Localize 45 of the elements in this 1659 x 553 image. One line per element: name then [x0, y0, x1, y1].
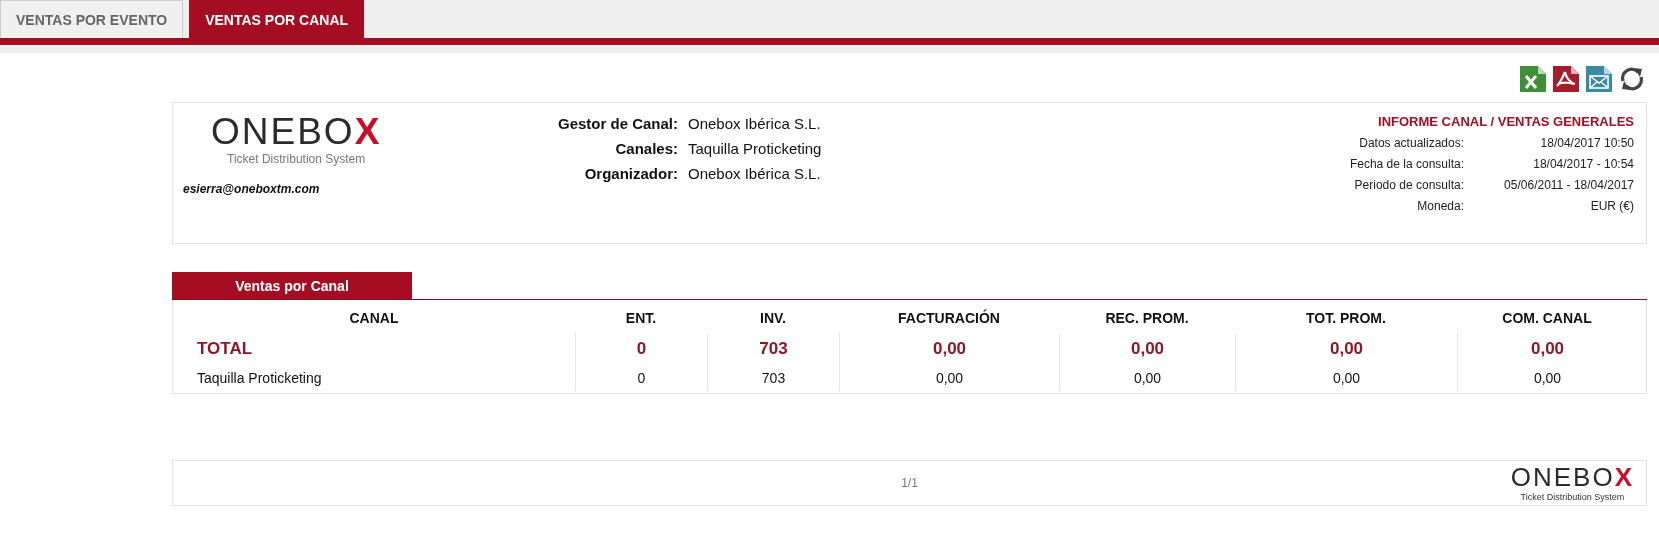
- table-cell: 0,00: [1059, 365, 1235, 391]
- table-cell: 0: [575, 333, 707, 365]
- column-header: FACTURACIÓN: [897, 308, 1001, 328]
- table-cell: 0,00: [1235, 365, 1457, 391]
- detail-label: Datos actualizados:: [1358, 137, 1464, 149]
- detail-value: EUR (€): [1589, 200, 1634, 212]
- table-cell: 0,00: [1457, 365, 1637, 391]
- tab[interactable]: VENTAS POR EVENTO: [0, 0, 184, 38]
- field-value: Taquilla Proticketing: [688, 140, 822, 157]
- detail-label: Fecha de la consulta:: [1349, 158, 1464, 170]
- table-cell: 0,00: [1059, 333, 1235, 365]
- detail-label: Moneda:: [1416, 200, 1464, 212]
- logo: ONEBOX Ticket Distribution System: [1510, 464, 1634, 502]
- user-email: esierra@oneboxtm.com: [183, 182, 320, 196]
- field-value: Onebox Ibérica S.L.: [688, 165, 822, 182]
- detail-label: Periodo de consulta:: [1353, 179, 1464, 191]
- pdf-icon[interactable]: [1551, 64, 1581, 94]
- field-label: Gestor de Canal:: [556, 115, 678, 132]
- email-icon[interactable]: [1584, 64, 1614, 94]
- column-header: CANAL: [348, 309, 400, 328]
- page-number: 1/1: [900, 476, 919, 490]
- table-cell: 703: [707, 365, 839, 391]
- field-value: Onebox Ibérica S.L.: [688, 115, 822, 132]
- logo: ONEBOX Ticket Distribution System: [211, 113, 382, 166]
- column-header: INV.: [759, 309, 787, 328]
- column-header: ENT.: [624, 309, 658, 328]
- table-cell-text: Taquilla Proticketing: [196, 369, 323, 388]
- column-header: TOT. PROM.: [1305, 309, 1387, 328]
- table-cell-text: TOTAL: [196, 338, 254, 360]
- detail-value: 18/04/2017 10:50: [1539, 137, 1634, 149]
- tab[interactable]: VENTAS POR CANAL: [189, 0, 365, 38]
- table-cell: 0: [575, 365, 707, 391]
- field-label: Organizador:: [583, 165, 678, 182]
- table-cell: 0,00: [1235, 333, 1457, 365]
- column-header: COM. CANAL: [1501, 309, 1593, 328]
- report-title: INFORME CANAL / VENTAS GENERALES: [1378, 114, 1634, 129]
- column-header: REC. PROM.: [1104, 309, 1190, 328]
- field-label: Canales:: [614, 140, 678, 157]
- table-cell: 703: [707, 333, 839, 365]
- detail-value: 18/04/2017 - 10:54: [1532, 158, 1634, 170]
- table-cell: 0,00: [839, 365, 1059, 391]
- detail-value: 05/06/2011 - 18/04/2017: [1503, 179, 1634, 191]
- table-cell: 0,00: [1457, 333, 1637, 365]
- spreadsheet-icon[interactable]: [1518, 64, 1548, 94]
- table-cell: 0,00: [839, 333, 1059, 365]
